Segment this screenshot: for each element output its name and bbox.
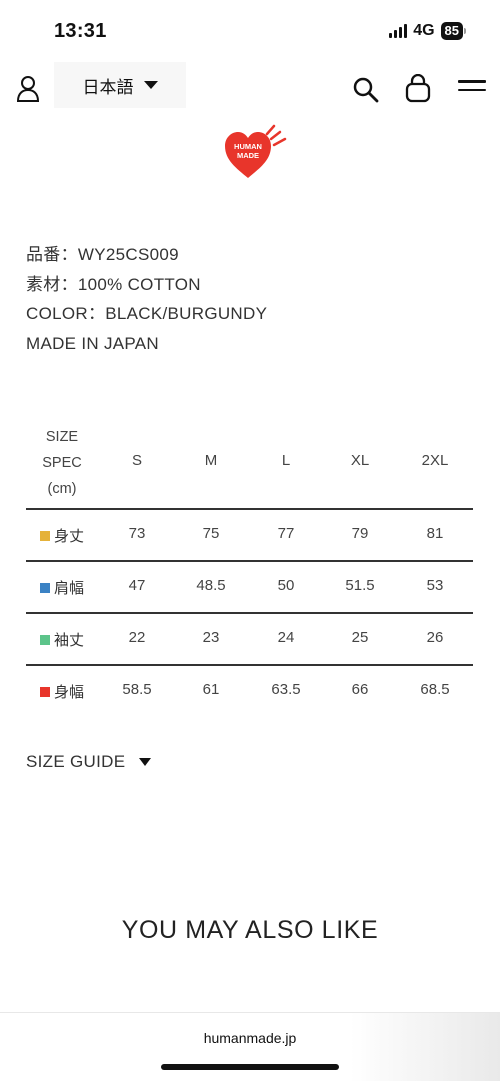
brand-logo[interactable]: HUMAN MADE (222, 122, 292, 182)
color-swatch (40, 686, 50, 697)
table-cell: 53 (426, 577, 444, 594)
table-cell: 61 (202, 681, 220, 698)
heart-logo-icon: HUMAN MADE (225, 124, 287, 178)
row-label: 袖丈 (54, 632, 85, 649)
search-button[interactable] (352, 76, 380, 104)
logo-text-line2: MADE (237, 151, 259, 160)
material: 素材：100% COTTON (26, 274, 201, 294)
table-cell: 23 (202, 629, 220, 646)
color-swatch (40, 530, 50, 541)
account-button[interactable] (14, 74, 44, 104)
table-row: 身丈 73 75 77 79 81 (26, 508, 473, 560)
column-header-s: S (131, 452, 142, 469)
logo-text-line1: HUMAN (234, 142, 262, 151)
origin: MADE IN JAPAN (26, 333, 159, 353)
row-label: 肩幅 (54, 580, 85, 597)
product-specs: 品番：WY25CS009 素材：100% COTTON COLOR：BLACK/… (26, 240, 267, 358)
table-cell: 75 (202, 525, 220, 542)
column-header-l: L (281, 452, 291, 469)
home-indicator[interactable] (161, 1064, 339, 1070)
battery-icon: 85 (440, 22, 466, 40)
size-spec-label: SIZE SPEC (cm) (42, 429, 82, 497)
caret-down-icon (139, 758, 152, 766)
table-row: 袖丈 22 23 24 25 26 (26, 612, 473, 664)
table-cell: 66 (351, 681, 369, 698)
shopping-bag-icon (405, 73, 431, 103)
table-cell: 51.5 (345, 577, 375, 594)
search-icon (353, 77, 379, 103)
color-swatch (40, 634, 50, 645)
size-table: SIZE SPEC (cm) S M L XL 2XL 身丈 73 75 77 … (26, 420, 473, 716)
network-type: 4G (413, 22, 435, 39)
cart-button[interactable] (404, 73, 432, 104)
battery-level: 85 (440, 22, 463, 40)
status-indicators: 4G 85 (389, 22, 466, 40)
table-cell: 81 (426, 525, 444, 542)
status-time: 13:31 (54, 20, 107, 42)
table-cell: 73 (128, 525, 146, 542)
table-cell: 68.5 (420, 681, 450, 698)
caret-down-icon (143, 81, 158, 89)
column-header-xl: XL (350, 452, 370, 469)
table-cell: 22 (128, 629, 146, 646)
row-label: 身丈 (54, 528, 85, 545)
size-guide-toggle[interactable]: SIZE GUIDE (26, 752, 152, 772)
hamburger-icon (458, 80, 486, 91)
language-label: 日本語 (82, 77, 134, 97)
size-table-header: SIZE SPEC (cm) S M L XL 2XL (26, 420, 473, 508)
table-cell: 58.5 (122, 681, 152, 698)
column-header-2xl: 2XL (421, 452, 449, 469)
table-cell: 48.5 (196, 577, 226, 594)
table-row: 肩幅 47 48.5 50 51.5 53 (26, 560, 473, 612)
table-cell: 50 (277, 577, 295, 594)
table-row: 身幅 58.5 61 63.5 66 68.5 (26, 664, 473, 716)
row-label: 身幅 (54, 684, 85, 701)
color: COLOR：BLACK/BURGUNDY (26, 304, 268, 323)
table-cell: 24 (277, 629, 295, 646)
recommendations-heading: YOU MAY ALSO LIKE (121, 916, 379, 944)
table-cell: 25 (351, 629, 369, 646)
language-selector[interactable]: 日本語 (54, 62, 186, 108)
table-cell: 63.5 (271, 681, 301, 698)
user-icon (16, 76, 40, 102)
color-swatch (40, 582, 50, 593)
menu-button[interactable] (458, 80, 486, 100)
table-cell: 79 (351, 525, 369, 542)
signal-icon (389, 24, 408, 38)
table-cell: 26 (426, 629, 444, 646)
table-cell: 77 (277, 525, 295, 542)
table-cell: 47 (128, 577, 146, 594)
column-header-m: M (204, 452, 218, 469)
size-guide-label: SIZE GUIDE (26, 752, 126, 771)
browser-address-bar[interactable] (0, 1012, 500, 1081)
url-text[interactable]: humanmade.jp (0, 1030, 500, 1046)
item-number: 品番：WY25CS009 (26, 245, 179, 264)
